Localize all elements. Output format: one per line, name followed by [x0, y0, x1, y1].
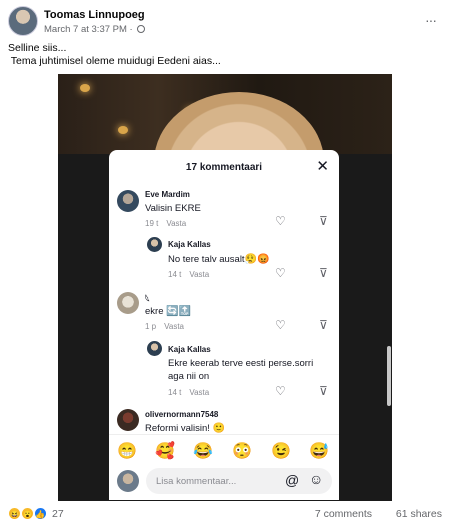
comment-author[interactable]: 𓆩 — [145, 291, 150, 305]
reply-button[interactable]: Vasta — [189, 388, 209, 397]
comment-emoji: 🔄🔝 — [166, 306, 192, 317]
comment-meta: 19 t Vasta — [145, 219, 186, 228]
comment-text-body: Reformi valisin! — [145, 423, 210, 434]
emoji-flushed-button[interactable]: 😳 — [232, 441, 252, 461]
heart-icon[interactable]: ♡ — [275, 266, 286, 280]
emoji-grin-button[interactable]: 😁 — [117, 441, 137, 461]
like-reaction-icon: 👍 — [33, 507, 47, 520]
comment-text-body: ekre — [145, 306, 164, 317]
comment-emoji: 😮‍💨😡 — [244, 254, 270, 265]
lamp-light — [118, 126, 128, 134]
comment-author[interactable]: Eve Mardim — [145, 190, 190, 199]
author-name[interactable]: Toomas Linnupoeg — [44, 9, 145, 21]
comment-meta: 14 t Vasta — [168, 270, 209, 279]
heart-icon[interactable]: ♡ — [275, 214, 286, 228]
close-icon[interactable]: ✕ — [316, 157, 329, 175]
panel-title: 17 kommentaari — [185, 162, 263, 173]
comment-text: Valisin EKRE — [145, 203, 201, 214]
comment-author[interactable]: Kaja Kallas — [168, 240, 211, 249]
reply-button[interactable]: Vasta — [166, 219, 186, 228]
comment-text-line: Ekre keerab terve eesti perse.sorri — [168, 358, 314, 369]
avatar — [117, 470, 139, 492]
comment-text: ekre 🔄🔝 — [145, 305, 191, 318]
comment-meta: 14 t Vasta — [168, 388, 209, 397]
emoji-picker-icon[interactable]: ☺ — [309, 471, 323, 487]
heart-icon[interactable]: ♡ — [275, 318, 286, 332]
mention-icon[interactable]: @ — [285, 472, 299, 488]
comment-time: 14 t — [168, 270, 182, 279]
post-footer: 😆 😮 👍 27 7 comments 61 shares — [8, 507, 442, 525]
dislike-icon[interactable]: ⊽ — [319, 214, 328, 228]
avatar[interactable] — [147, 341, 162, 356]
comment-author[interactable]: Kaja Kallas — [168, 345, 211, 354]
comment-text-line: aga nii on — [168, 371, 210, 382]
reply-button[interactable]: Vasta — [164, 322, 184, 331]
post-meta: March 7 at 3:37 PM · — [44, 24, 146, 35]
comment-author[interactable]: olivernormann7548 — [145, 410, 218, 419]
comment-input[interactable] — [146, 468, 332, 494]
heart-icon[interactable]: ♡ — [275, 384, 286, 398]
comment-text: Ekre keerab terve eesti perse.sorri aga … — [168, 357, 313, 383]
comment-meta: 1 p Vasta — [145, 322, 184, 331]
scrollbar[interactable] — [387, 346, 391, 406]
wow-reaction-icon: 😮 — [20, 507, 34, 520]
comments-panel: 17 kommentaari ✕ Eve Mardim Valisin EKRE… — [109, 150, 339, 500]
reply-button[interactable]: Vasta — [189, 270, 209, 279]
more-options-icon[interactable]: ··· — [425, 12, 437, 28]
avatar[interactable] — [117, 190, 139, 212]
post-text: Selline siis... Tema juhtimisel oleme mu… — [8, 42, 221, 68]
comment-text-body: No tere talv ausalt — [168, 254, 245, 265]
emoji-sweat-button[interactable]: 😅 — [309, 441, 329, 461]
avatar[interactable] — [147, 237, 162, 252]
emoji-laugh-button[interactable]: 😂 — [193, 441, 213, 461]
globe-icon — [137, 25, 146, 33]
emoji-bar: 😁 🥰 😂 😳 😉 😅 — [109, 434, 339, 464]
emoji-love-button[interactable]: 🥰 — [155, 441, 175, 461]
comments-count[interactable]: 7 comments — [315, 508, 372, 520]
comment-text: No tere talv ausalt😮‍💨😡 — [168, 253, 269, 266]
emoji-wink-button[interactable]: 😉 — [271, 441, 291, 461]
dislike-icon[interactable]: ⊽ — [319, 266, 328, 280]
comment-input-row: @ ☺ — [109, 464, 339, 500]
author-avatar[interactable] — [8, 6, 38, 36]
dislike-icon[interactable]: ⊽ — [319, 384, 328, 398]
avatar[interactable] — [117, 292, 139, 314]
post-text-line: Selline siis... — [8, 42, 67, 54]
post-header: Toomas Linnupoeg March 7 at 3:37 PM · ··… — [8, 6, 442, 40]
comment-time: 1 p — [145, 322, 157, 331]
reactions[interactable]: 😆 😮 👍 — [8, 507, 47, 520]
comment-emoji: 🙂 — [212, 423, 226, 434]
reaction-count[interactable]: 27 — [52, 508, 64, 520]
post-text-line: Tema juhtimisel oleme muidugi Eedeni aia… — [8, 55, 221, 67]
meta-separator: · — [129, 24, 133, 35]
lamp-light — [80, 84, 90, 92]
comment-time: 14 t — [168, 388, 182, 397]
comment-time: 19 t — [145, 219, 159, 228]
shares-count[interactable]: 61 shares — [396, 508, 442, 520]
dislike-icon[interactable]: ⊽ — [319, 318, 328, 332]
avatar[interactable] — [117, 409, 139, 431]
haha-reaction-icon: 😆 — [8, 507, 21, 520]
post-timestamp[interactable]: March 7 at 3:37 PM — [44, 24, 127, 35]
